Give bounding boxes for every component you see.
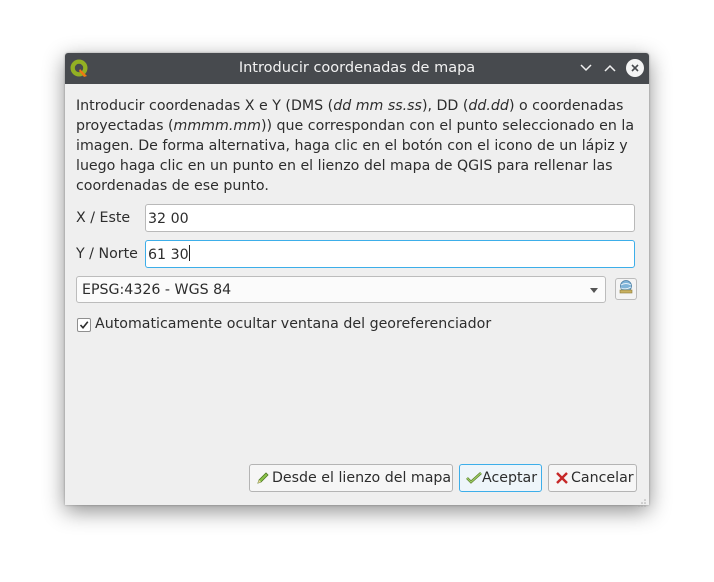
cancel-label: Cancelar [571,470,634,486]
crs-selected-value: EPSG:4326 - WGS 84 [82,282,232,298]
from-canvas-button[interactable]: Desde el lienzo del mapa [249,464,453,492]
title-bar[interactable]: Introducir coordenadas de mapa [65,53,649,84]
text-cursor [188,245,190,261]
minimize-icon[interactable] [577,59,595,77]
from-canvas-label: Desde el lienzo del mapa [272,470,452,486]
window-title: Introducir coordenadas de mapa [238,60,476,76]
crs-selector-button[interactable] [615,278,637,300]
resize-grip-icon[interactable] [637,493,647,507]
x-east-input[interactable]: 32 00 [145,204,635,232]
checkmark-icon [466,471,482,485]
chevron-down-icon [590,288,598,293]
cancel-x-icon [555,471,569,485]
cancel-button[interactable]: Cancelar [548,464,637,492]
crs-selector-icon [618,279,634,299]
crs-select[interactable]: EPSG:4326 - WGS 84 [76,276,606,303]
accept-label: Aceptar [482,470,538,486]
auto-hide-label[interactable]: Automaticamente ocultar ventana del geor… [95,316,491,332]
instructions-text: Introducir coordenadas X e Y (DMS (dd mm… [76,98,635,194]
maximize-icon[interactable] [601,59,619,77]
x-east-label: X / Este [76,210,131,226]
close-icon[interactable] [626,59,644,77]
accept-button[interactable]: Aceptar [459,464,542,492]
y-north-label: Y / Norte [76,246,138,262]
pencil-icon [256,471,270,485]
auto-hide-checkbox[interactable] [77,318,91,332]
dialog-window: Introducir coordenadas de mapa Introduci… [65,53,649,507]
y-north-input[interactable]: 61 30 [145,240,635,268]
